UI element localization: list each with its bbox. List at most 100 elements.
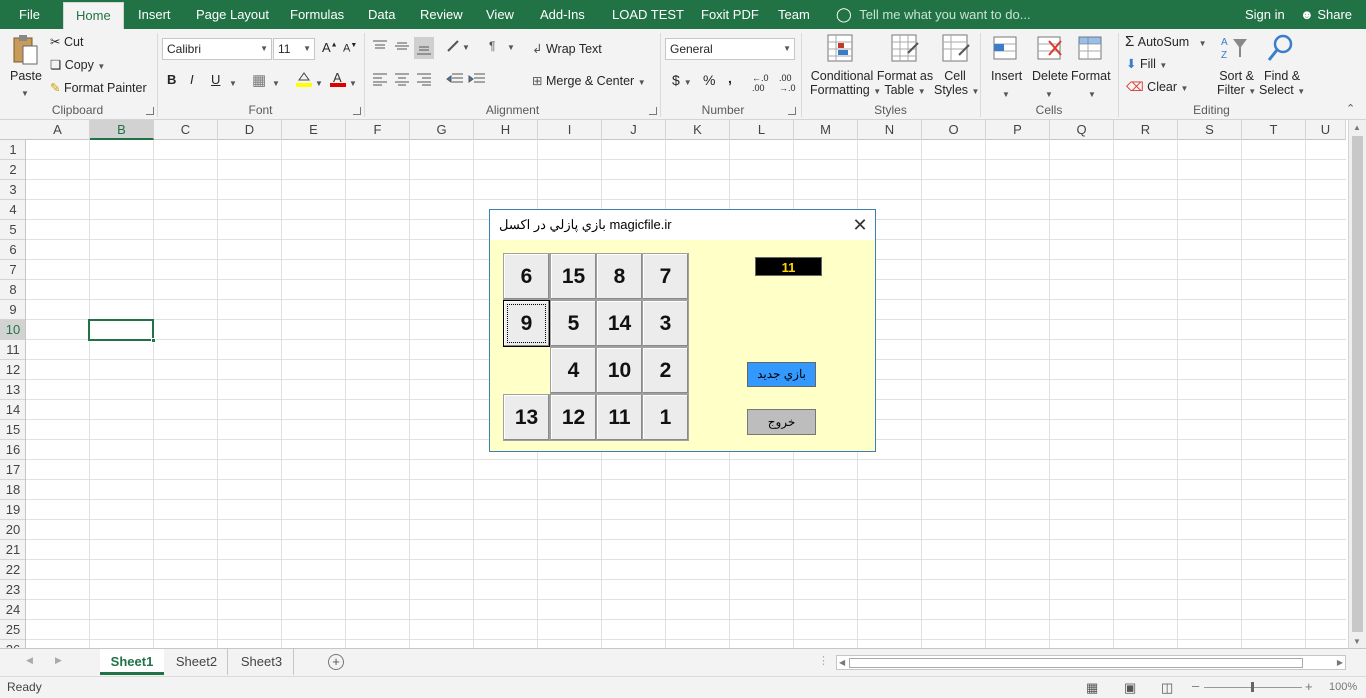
- column-header[interactable]: C: [154, 120, 218, 140]
- fill-color-dropdown-icon[interactable]: ▼: [315, 79, 323, 88]
- decrease-decimal-icon[interactable]: .00 →.0: [779, 73, 796, 93]
- increase-decimal-icon[interactable]: ←.0.00: [752, 73, 769, 93]
- tab-insert[interactable]: Insert: [138, 0, 171, 29]
- column-header[interactable]: F: [346, 120, 410, 140]
- insert-cells-icon[interactable]: [990, 32, 1022, 66]
- insert-dropdown-icon[interactable]: ▼: [1002, 90, 1010, 99]
- scroll-left-icon[interactable]: ◀: [839, 656, 845, 669]
- row-header[interactable]: 1: [0, 140, 25, 160]
- fill-handle[interactable]: [151, 338, 156, 343]
- clipboard-dialog-launcher[interactable]: [146, 107, 154, 115]
- wrap-text-button[interactable]: ↲ Wrap Text: [532, 41, 602, 56]
- column-header[interactable]: T: [1242, 120, 1306, 140]
- row-header[interactable]: 7: [0, 260, 25, 280]
- next-sheet-icon[interactable]: ▶: [55, 655, 62, 666]
- sign-in-link[interactable]: Sign in: [1245, 0, 1285, 29]
- column-header[interactable]: S: [1178, 120, 1242, 140]
- percent-button[interactable]: %: [703, 72, 715, 88]
- column-header[interactable]: K: [666, 120, 730, 140]
- vertical-scroll-thumb[interactable]: [1352, 136, 1363, 632]
- scroll-down-icon[interactable]: ▼: [1353, 637, 1361, 646]
- increase-font-icon[interactable]: A▲: [322, 40, 338, 55]
- vertical-scrollbar[interactable]: ▲ ▼: [1348, 120, 1366, 648]
- column-header[interactable]: M: [794, 120, 858, 140]
- row-header[interactable]: 25: [0, 620, 25, 640]
- horizontal-scrollbar[interactable]: ◀ ▶: [836, 655, 1346, 670]
- puzzle-tile[interactable]: 10: [596, 347, 643, 394]
- tab-team[interactable]: Team: [778, 0, 810, 29]
- italic-button[interactable]: I: [190, 72, 194, 87]
- align-left-icon[interactable]: [372, 72, 388, 89]
- zoom-in-icon[interactable]: +: [1305, 679, 1313, 694]
- row-header[interactable]: 9: [0, 300, 25, 320]
- prev-sheet-icon[interactable]: ◀: [26, 655, 33, 666]
- borders-icon[interactable]: ▦: [252, 71, 266, 89]
- underline-button[interactable]: U: [211, 72, 220, 87]
- puzzle-tile[interactable]: 11: [596, 394, 643, 441]
- row-header[interactable]: 18: [0, 480, 25, 500]
- column-header[interactable]: E: [282, 120, 346, 140]
- column-header[interactable]: O: [922, 120, 986, 140]
- zoom-level[interactable]: 100%: [1329, 681, 1357, 693]
- sheet-tab-sheet2[interactable]: Sheet2: [166, 649, 228, 675]
- font-dialog-launcher[interactable]: [353, 107, 361, 115]
- share-button[interactable]: ☻ Share: [1300, 0, 1352, 29]
- puzzle-tile[interactable]: 9: [503, 300, 550, 347]
- row-header[interactable]: 4: [0, 200, 25, 220]
- row-header[interactable]: 3: [0, 180, 25, 200]
- tab-load-test[interactable]: LOAD TEST: [612, 0, 684, 29]
- column-header[interactable]: Q: [1050, 120, 1114, 140]
- normal-view-icon[interactable]: ▦: [1086, 680, 1098, 696]
- column-header[interactable]: B: [90, 120, 154, 140]
- format-painter-button[interactable]: ✎ Format Painter: [50, 80, 147, 95]
- delete-cells-icon[interactable]: [1034, 32, 1066, 66]
- comma-button[interactable]: ,: [728, 70, 732, 86]
- row-header[interactable]: 5: [0, 220, 25, 240]
- decrease-font-icon[interactable]: A▼: [343, 42, 357, 55]
- align-right-icon[interactable]: [416, 72, 432, 89]
- autosum-button[interactable]: Σ AutoSum ▼: [1125, 33, 1207, 50]
- paste-dropdown-icon[interactable]: ▼: [21, 89, 29, 98]
- dialog-titlebar[interactable]: بازي پازلي در اكسل magicfile.ir ✕: [490, 210, 875, 240]
- row-header[interactable]: 23: [0, 580, 25, 600]
- increase-indent-icon[interactable]: [468, 72, 486, 89]
- conditional-formatting-icon[interactable]: [825, 32, 857, 66]
- align-middle-icon[interactable]: [394, 39, 410, 56]
- row-header[interactable]: 20: [0, 520, 25, 540]
- column-header[interactable]: G: [410, 120, 474, 140]
- column-header[interactable]: L: [730, 120, 794, 140]
- puzzle-tile[interactable]: 8: [596, 253, 643, 300]
- puzzle-tile[interactable]: 5: [550, 300, 597, 347]
- cell-styles-icon[interactable]: [940, 32, 972, 66]
- format-as-table-button[interactable]: Format as Table ▼: [875, 69, 935, 97]
- splitter-handle[interactable]: ⋮: [818, 654, 829, 667]
- paste-icon[interactable]: [10, 33, 40, 67]
- conditional-formatting-button[interactable]: Conditional Formatting ▼: [810, 69, 881, 97]
- selected-cell-b10[interactable]: [88, 319, 154, 341]
- font-family-select[interactable]: Calibri ▼: [162, 38, 272, 60]
- bold-button[interactable]: B: [167, 72, 176, 87]
- format-as-table-icon[interactable]: [889, 32, 921, 66]
- tab-file[interactable]: File: [19, 0, 40, 29]
- horizontal-scroll-thumb[interactable]: [849, 658, 1303, 668]
- column-header[interactable]: A: [26, 120, 90, 140]
- copy-button[interactable]: ❏ Copy ▼: [50, 57, 105, 72]
- tab-page-layout[interactable]: Page Layout: [196, 0, 269, 29]
- tell-me-search[interactable]: ◯ Tell me what you want to do...: [836, 0, 1031, 29]
- magnifier-icon[interactable]: [1264, 32, 1296, 66]
- number-format-select[interactable]: General ▼: [665, 38, 795, 60]
- column-header[interactable]: D: [218, 120, 282, 140]
- puzzle-tile[interactable]: 7: [642, 253, 689, 300]
- font-size-select[interactable]: 11 ▼: [273, 38, 315, 60]
- tab-view[interactable]: View: [486, 0, 514, 29]
- column-header[interactable]: I: [538, 120, 602, 140]
- zoom-slider-thumb[interactable]: [1251, 682, 1254, 692]
- rtl-direction-icon[interactable]: ¶ ▼: [489, 39, 515, 56]
- column-header[interactable]: H: [474, 120, 538, 140]
- underline-dropdown-icon[interactable]: ▼: [229, 79, 237, 88]
- puzzle-tile[interactable]: 14: [596, 300, 643, 347]
- column-header[interactable]: N: [858, 120, 922, 140]
- row-header[interactable]: 11: [0, 340, 25, 360]
- font-color-icon[interactable]: A: [329, 70, 347, 91]
- puzzle-tile[interactable]: 2: [642, 347, 689, 394]
